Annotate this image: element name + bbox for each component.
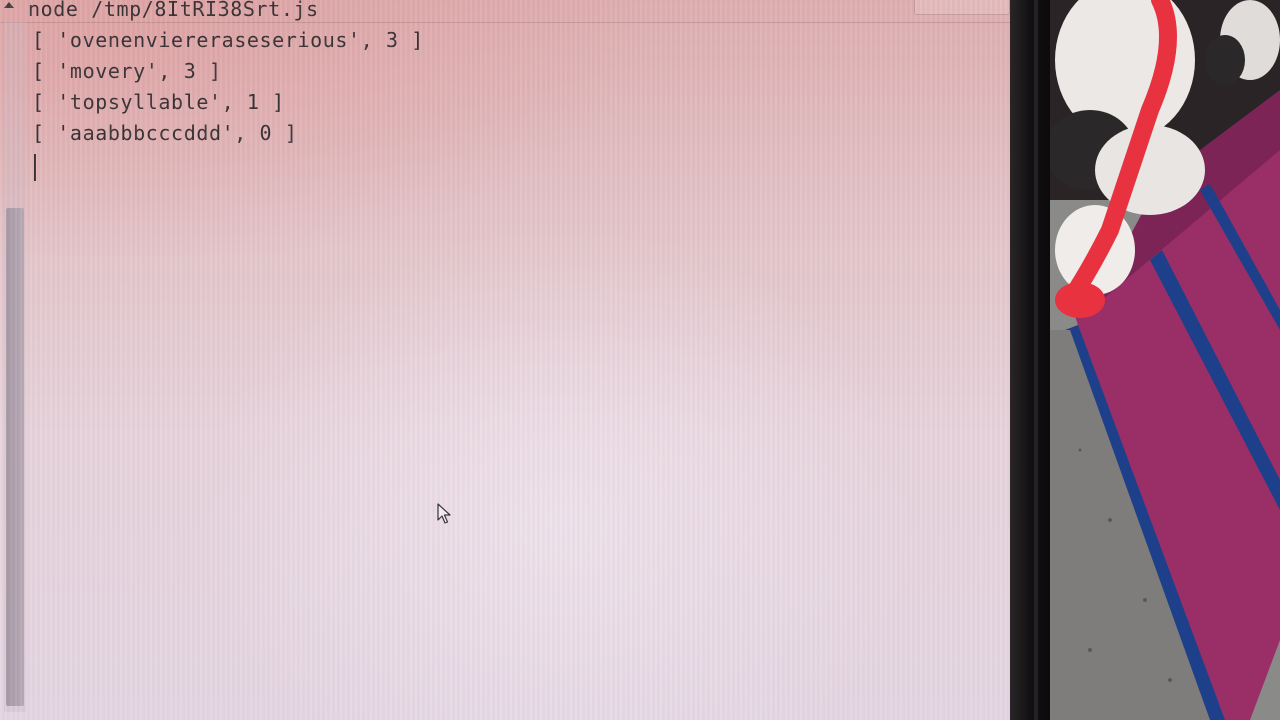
terminal-output-line: [ 'aaabbbcccddd', 0 ]: [32, 121, 298, 145]
terminal-command-line: node /tmp/8ItRI38Srt.js: [28, 0, 319, 21]
background-room: [1050, 0, 1280, 720]
terminal-output-line: [ 'ovenenviereraseserious', 3 ]: [32, 28, 424, 52]
terminal-output-line: [ 'movery', 3 ]: [32, 59, 222, 83]
terminal-output-line: [ 'topsyllable', 1 ]: [32, 90, 285, 114]
arrow-pointer-icon: [437, 503, 453, 525]
photo-scene: node /tmp/8ItRI38Srt.js [ 'ovenenvierera…: [0, 0, 1280, 720]
window-top-control[interactable]: [914, 0, 1010, 15]
laptop-screen: node /tmp/8ItRI38Srt.js [ 'ovenenvierera…: [0, 0, 1030, 720]
text-cursor: [34, 154, 36, 181]
scrollbar-thumb[interactable]: [6, 208, 24, 706]
scroll-up-icon[interactable]: [4, 2, 14, 8]
terminal-output[interactable]: node /tmp/8ItRI38Srt.js [ 'ovenenvierera…: [28, 0, 424, 149]
